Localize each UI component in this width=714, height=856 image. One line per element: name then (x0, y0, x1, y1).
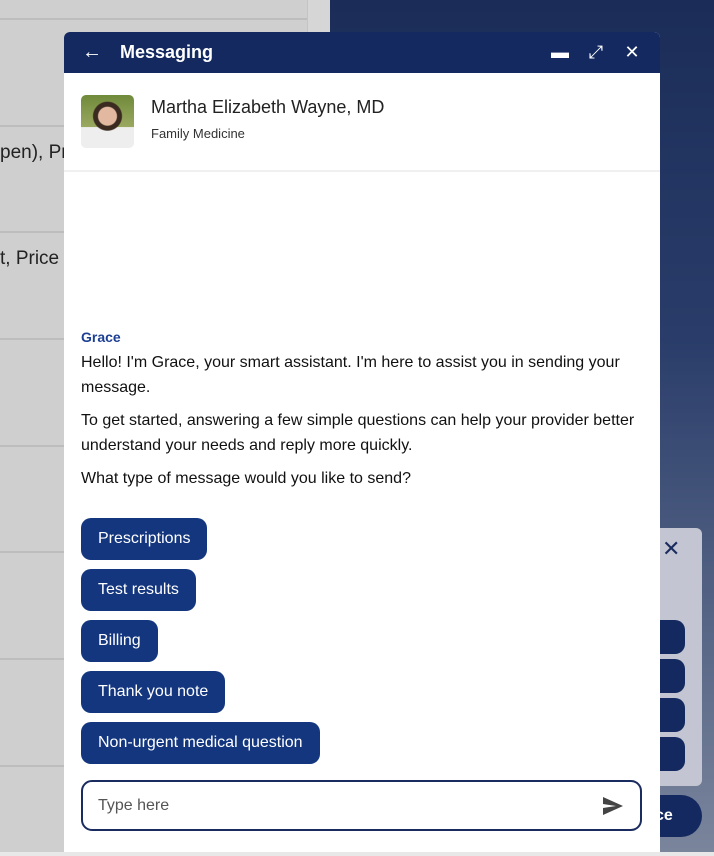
divider (0, 18, 307, 20)
message-text: Hello! I'm Grace, your smart assistant. … (81, 354, 620, 396)
provider-header: Martha Elizabeth Wayne, MD Family Medici… (64, 73, 660, 172)
back-arrow-icon[interactable]: ← (78, 41, 106, 64)
message-text: To get started, answering a few simple q… (81, 412, 635, 454)
option-prescriptions[interactable]: Prescriptions (81, 518, 208, 560)
minimize-icon[interactable]: ▬ (546, 42, 574, 63)
provider-avatar (81, 95, 134, 148)
dialog-title: Messaging (120, 42, 214, 62)
quick-reply-options: Prescriptions Test results Billing Thank… (81, 518, 320, 773)
message-input[interactable] (98, 796, 601, 815)
bottom-strip (0, 852, 714, 856)
expand-icon[interactable]: ⤢ (582, 42, 610, 63)
close-icon[interactable]: ✕ (662, 536, 680, 562)
dialog-header: ← Messaging ▬ ⤢ ✕ (64, 32, 660, 73)
chat-message: Grace Hello! I'm Grace, your smart assis… (81, 329, 641, 491)
option-test-results[interactable]: Test results (81, 569, 196, 611)
background-row-text: t, Price (0, 248, 60, 269)
option-non-urgent-medical-question[interactable]: Non-urgent medical question (81, 722, 320, 764)
message-input-box (81, 780, 642, 831)
option-billing[interactable]: Billing (81, 620, 158, 662)
provider-specialty: Family Medicine (151, 126, 245, 141)
option-thank-you-note[interactable]: Thank you note (81, 671, 226, 713)
sender-name: Grace (81, 329, 121, 345)
close-icon[interactable]: ✕ (618, 42, 646, 63)
send-icon[interactable] (601, 794, 625, 818)
messaging-dialog: ← Messaging ▬ ⤢ ✕ Martha Elizabeth Wayne… (64, 32, 660, 852)
message-text: What type of message would you like to s… (81, 470, 411, 487)
background-row-text: pen), Pr (0, 142, 68, 163)
provider-name: Martha Elizabeth Wayne, MD (151, 97, 385, 117)
